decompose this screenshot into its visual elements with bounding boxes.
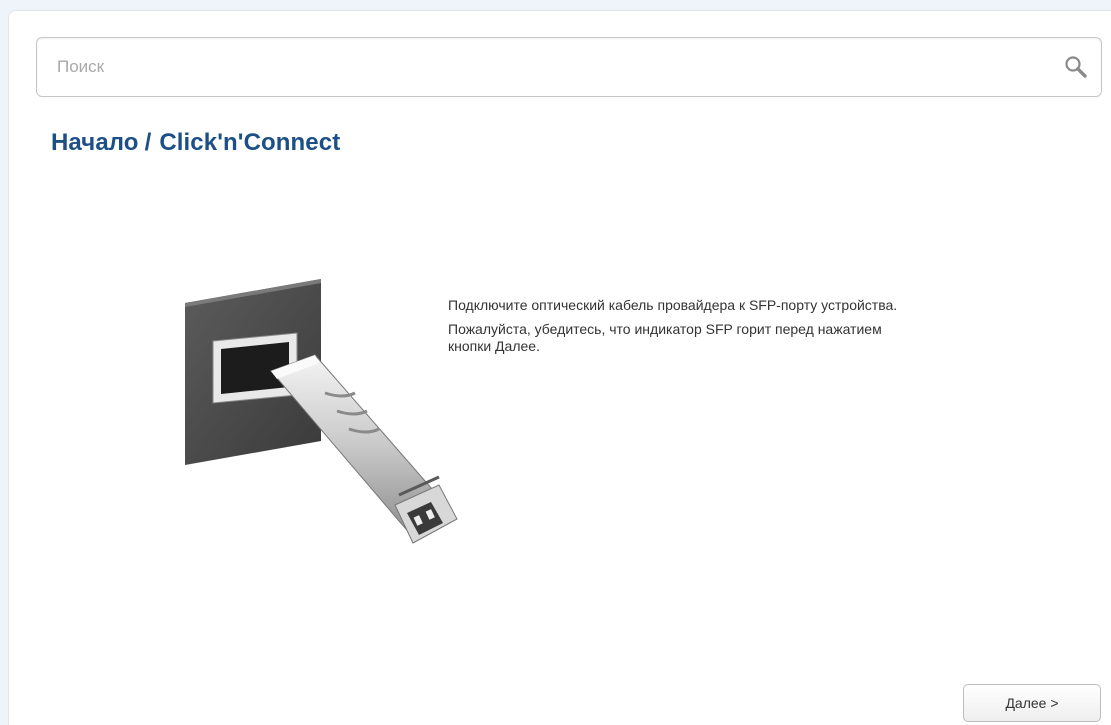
app-frame: Начало/ Click'n'Connect <box>0 0 1111 725</box>
breadcrumb-separator: / <box>144 129 152 156</box>
breadcrumb-root[interactable]: Начало <box>51 129 139 156</box>
next-button[interactable]: Далее > <box>963 684 1101 722</box>
search-icon[interactable] <box>1063 54 1089 80</box>
content-panel: Начало/ Click'n'Connect <box>8 10 1111 725</box>
search-box <box>36 37 1102 97</box>
instruction-connect: Подключите оптический кабель провайдера … <box>448 297 898 313</box>
breadcrumb-current: Click'n'Connect <box>159 129 341 156</box>
instruction-indicator: Пожалуйста, убедитесь, что индикатор SFP… <box>448 321 882 354</box>
instructions: Подключите оптический кабель провайдера … <box>448 297 988 362</box>
sfp-cable-illustration <box>185 279 458 544</box>
page-title: Начало / Click'n'Connect <box>51 129 340 157</box>
search-input[interactable] <box>57 38 1037 96</box>
